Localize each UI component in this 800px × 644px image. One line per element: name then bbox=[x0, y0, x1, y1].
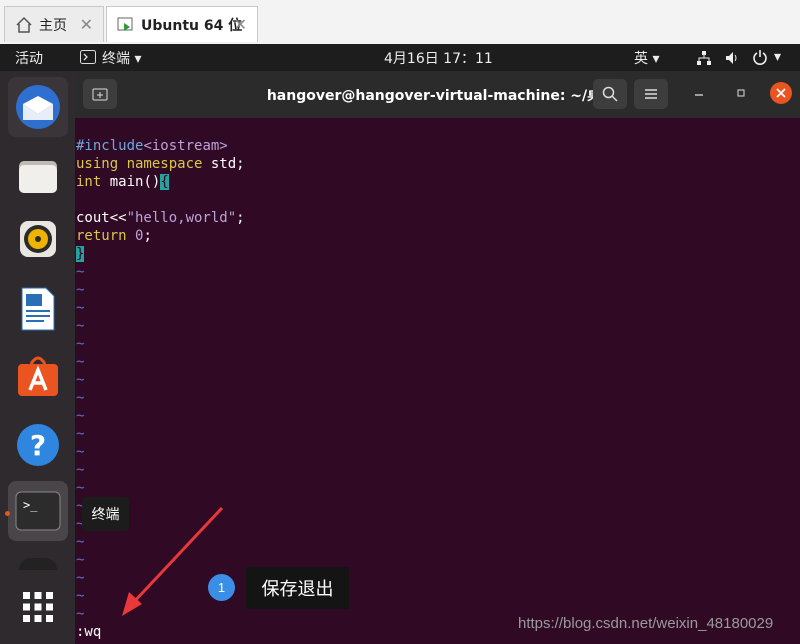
annotation-badge: 1 bbox=[208, 574, 235, 601]
annotation-label: 保存退出 bbox=[246, 567, 349, 609]
watermark: https://blog.csdn.net/weixin_48180029 bbox=[518, 615, 774, 632]
annotation-arrow bbox=[122, 506, 224, 616]
